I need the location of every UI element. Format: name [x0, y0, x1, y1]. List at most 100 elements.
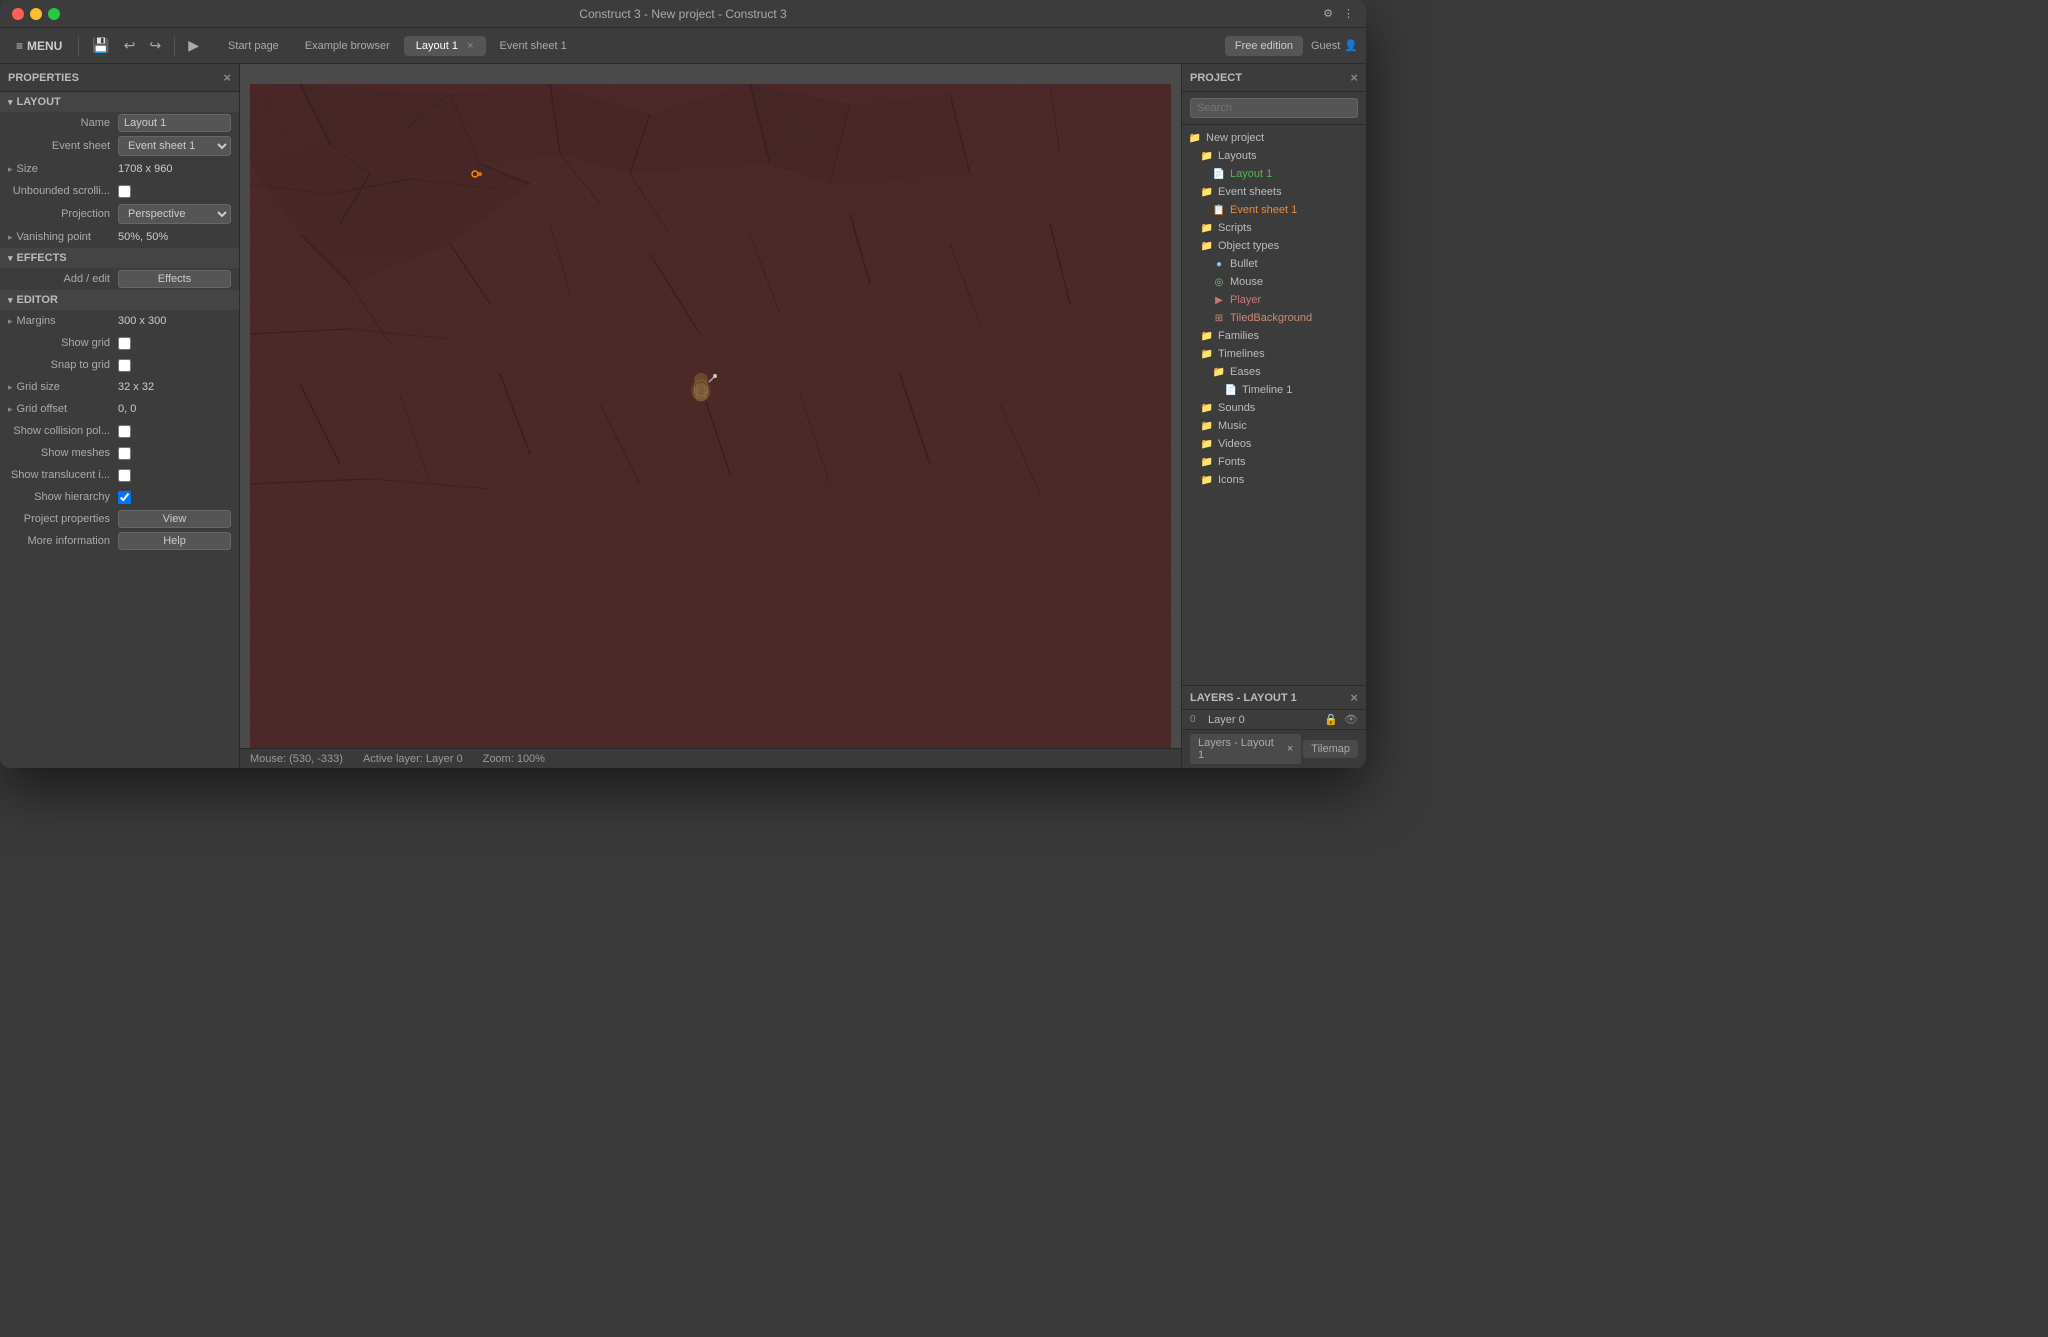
guest-button[interactable]: Guest 👤: [1311, 39, 1358, 52]
settings-icon[interactable]: ⚙: [1323, 7, 1333, 20]
project-panel: PROJECT × 📁New project📁Layouts📄Layout 1📁…: [1181, 64, 1366, 768]
prop-vanishing-row: ▸ Vanishing point 50%, 50%: [0, 226, 239, 248]
maximize-button[interactable]: [48, 8, 60, 20]
layer-row[interactable]: 0 Layer 0 🔒 👁: [1182, 710, 1366, 729]
tree-item[interactable]: 📁Eases: [1182, 363, 1366, 381]
prop-snaptogrid-checkbox[interactable]: [118, 359, 131, 372]
tree-item[interactable]: 📁Event sheets: [1182, 183, 1366, 201]
tree-item[interactable]: 📁Music: [1182, 417, 1366, 435]
layers-title: LAYERS - LAYOUT 1: [1190, 692, 1297, 704]
tree-item-label: Families: [1218, 330, 1259, 342]
folder-icon: 📁: [1200, 455, 1214, 469]
prop-showgrid-checkbox[interactable]: [118, 337, 131, 350]
layers-tab[interactable]: Layers - Layout 1 ×: [1190, 734, 1301, 764]
save-button[interactable]: 💾: [87, 34, 114, 57]
redo-button[interactable]: ↪: [145, 34, 167, 57]
prop-eventsheet-row: Event sheet Event sheet 1: [0, 134, 239, 158]
prop-hierarchy-checkbox[interactable]: [118, 491, 131, 504]
prop-translucent-checkbox[interactable]: [118, 469, 131, 482]
tab-event-sheet-1[interactable]: Event sheet 1: [488, 36, 579, 56]
hamburger-icon: ≡: [16, 39, 23, 53]
properties-close[interactable]: ×: [223, 70, 231, 85]
tree-item[interactable]: 📁Layouts: [1182, 147, 1366, 165]
tree-item[interactable]: 📄Timeline 1: [1182, 381, 1366, 399]
canvas-area[interactable]: Mouse: (530, -333) Active layer: Layer 0…: [240, 64, 1181, 768]
prop-gridsize-value: 32 x 32: [118, 381, 231, 393]
mouse-position: Mouse: (530, -333): [250, 753, 343, 765]
folder-icon: 📁: [1200, 401, 1214, 415]
prop-eventsheet-label: Event sheet: [8, 140, 118, 152]
tree-item[interactable]: ●Bullet: [1182, 255, 1366, 273]
folder-icon: 📁: [1200, 419, 1214, 433]
tab-layout-close[interactable]: ×: [467, 40, 473, 52]
tree-item-label: Icons: [1218, 474, 1244, 486]
tree-item[interactable]: 📄Layout 1: [1182, 165, 1366, 183]
free-edition-button[interactable]: Free edition: [1225, 36, 1303, 56]
tree-item[interactable]: ◎Mouse: [1182, 273, 1366, 291]
layers-header: LAYERS - LAYOUT 1 ×: [1182, 686, 1366, 710]
tab-example-browser[interactable]: Example browser: [293, 36, 402, 56]
editor-section-label: EDITOR: [17, 294, 58, 306]
minimize-button[interactable]: [30, 8, 42, 20]
prop-size-label: ▸ Size: [8, 163, 118, 175]
tree-item[interactable]: 📁Object types: [1182, 237, 1366, 255]
prop-name-input[interactable]: [118, 114, 231, 132]
eye-icon: 👁: [1344, 713, 1358, 726]
layers-close[interactable]: ×: [1350, 690, 1358, 705]
prop-margins-value: 300 x 300: [118, 315, 231, 327]
window-controls: [12, 8, 60, 20]
tree-item[interactable]: 📁Icons: [1182, 471, 1366, 489]
project-panel-header: PROJECT ×: [1182, 64, 1366, 92]
tree-item[interactable]: ▶Player: [1182, 291, 1366, 309]
menu-button[interactable]: ≡ MENU: [8, 35, 70, 57]
titlebar-icons: ⚙ ⋮: [1323, 7, 1354, 20]
tilemap-tab[interactable]: Tilemap: [1303, 740, 1358, 758]
cursor-indicator: [471, 170, 483, 178]
tab-start-page[interactable]: Start page: [216, 36, 291, 56]
project-search-input[interactable]: [1190, 98, 1358, 118]
tree-item[interactable]: 📁Scripts: [1182, 219, 1366, 237]
tree-item[interactable]: 📁Sounds: [1182, 399, 1366, 417]
prop-showgrid-label: Show grid: [8, 337, 118, 349]
tree-item-label: Layout 1: [1230, 168, 1272, 180]
tree-item[interactable]: ⊞TiledBackground: [1182, 309, 1366, 327]
tree-item[interactable]: 📁Fonts: [1182, 453, 1366, 471]
layer-number: 0: [1190, 714, 1202, 725]
prop-projection-select[interactable]: Perspective: [118, 204, 231, 224]
layout-section-header[interactable]: ▾ LAYOUT: [0, 92, 239, 112]
tiled-icon: ⊞: [1212, 311, 1226, 325]
window-title: Construct 3 - New project - Construct 3: [579, 7, 786, 21]
main-layout: PROPERTIES × ▾ LAYOUT Name Event sheet E…: [0, 64, 1366, 768]
tree-item-label: Scripts: [1218, 222, 1252, 234]
view-button[interactable]: View: [118, 510, 231, 528]
prop-collision-checkbox[interactable]: [118, 425, 131, 438]
tab-layout-1[interactable]: Layout 1 ×: [404, 36, 486, 56]
help-button[interactable]: Help: [118, 532, 231, 550]
tree-item[interactable]: 📁Videos: [1182, 435, 1366, 453]
prop-eventsheet-select[interactable]: Event sheet 1: [118, 136, 231, 156]
effects-button[interactable]: Effects: [118, 270, 231, 288]
tree-item[interactable]: 📋Event sheet 1: [1182, 201, 1366, 219]
undo-button[interactable]: ↩: [119, 34, 141, 57]
toolbar-separator-2: [174, 36, 175, 56]
prop-unbounded-checkbox[interactable]: [118, 185, 131, 198]
layers-panel: LAYERS - LAYOUT 1 × 0 Layer 0 🔒 👁: [1182, 685, 1366, 729]
layout-canvas[interactable]: [250, 84, 1171, 748]
layers-tab-close[interactable]: ×: [1287, 743, 1293, 755]
effects-section-header[interactable]: ▾ EFFECTS: [0, 248, 239, 268]
tree-item[interactable]: 📁Timelines: [1182, 345, 1366, 363]
project-search-area: [1182, 92, 1366, 125]
editor-section-header[interactable]: ▾ EDITOR: [0, 290, 239, 310]
play-button[interactable]: ▶: [183, 34, 204, 57]
tree-item[interactable]: 📁Families: [1182, 327, 1366, 345]
more-icon[interactable]: ⋮: [1343, 7, 1354, 20]
tree-item[interactable]: 📁New project: [1182, 129, 1366, 147]
prop-showgrid-row: Show grid: [0, 332, 239, 354]
prop-effects-row: Add / edit Effects: [0, 268, 239, 290]
close-button[interactable]: [12, 8, 24, 20]
project-close[interactable]: ×: [1350, 70, 1358, 85]
prop-size-row: ▸ Size 1708 x 960: [0, 158, 239, 180]
gridsize-expand-arrow: ▸: [8, 382, 13, 393]
layout-section-arrow: ▾: [8, 97, 13, 108]
prop-meshes-checkbox[interactable]: [118, 447, 131, 460]
